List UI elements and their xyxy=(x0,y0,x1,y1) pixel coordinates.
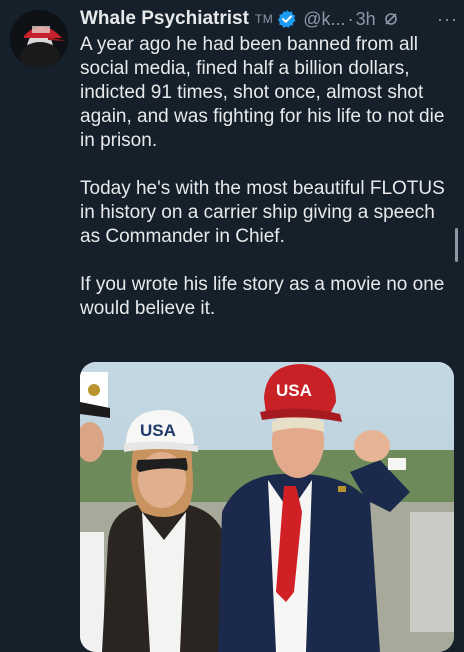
tweet-text: A year ago he had been banned from all s… xyxy=(80,33,458,345)
tweet-paragraph-1: A year ago he had been banned from all s… xyxy=(80,34,445,151)
timestamp[interactable]: 3h xyxy=(356,9,376,30)
tweet-header: Whale Psychiatrist TM @k... · 3h ··· xyxy=(80,6,458,32)
user-handle[interactable]: @k... xyxy=(303,9,345,30)
scrollbar[interactable] xyxy=(455,228,458,262)
cap-text-left: USA xyxy=(140,421,176,440)
verified-badge-icon xyxy=(277,9,297,29)
avatar[interactable] xyxy=(10,10,68,68)
tweet-paragraph-3: If you wrote his life story as a movie n… xyxy=(80,274,445,319)
display-name[interactable]: Whale Psychiatrist xyxy=(80,8,249,30)
tweet-paragraph-2: Today he's with the most beautiful FLOTU… xyxy=(80,178,445,247)
more-options-icon[interactable]: ··· xyxy=(437,9,458,30)
tm-badge: TM xyxy=(254,12,274,26)
cap-text-right: USA xyxy=(276,381,312,400)
tweet-media-photo[interactable]: USA USA xyxy=(80,362,454,652)
grok-icon[interactable] xyxy=(384,12,398,26)
separator-dot: · xyxy=(347,8,354,29)
tweet: Whale Psychiatrist TM @k... · 3h ··· A y… xyxy=(0,0,464,652)
